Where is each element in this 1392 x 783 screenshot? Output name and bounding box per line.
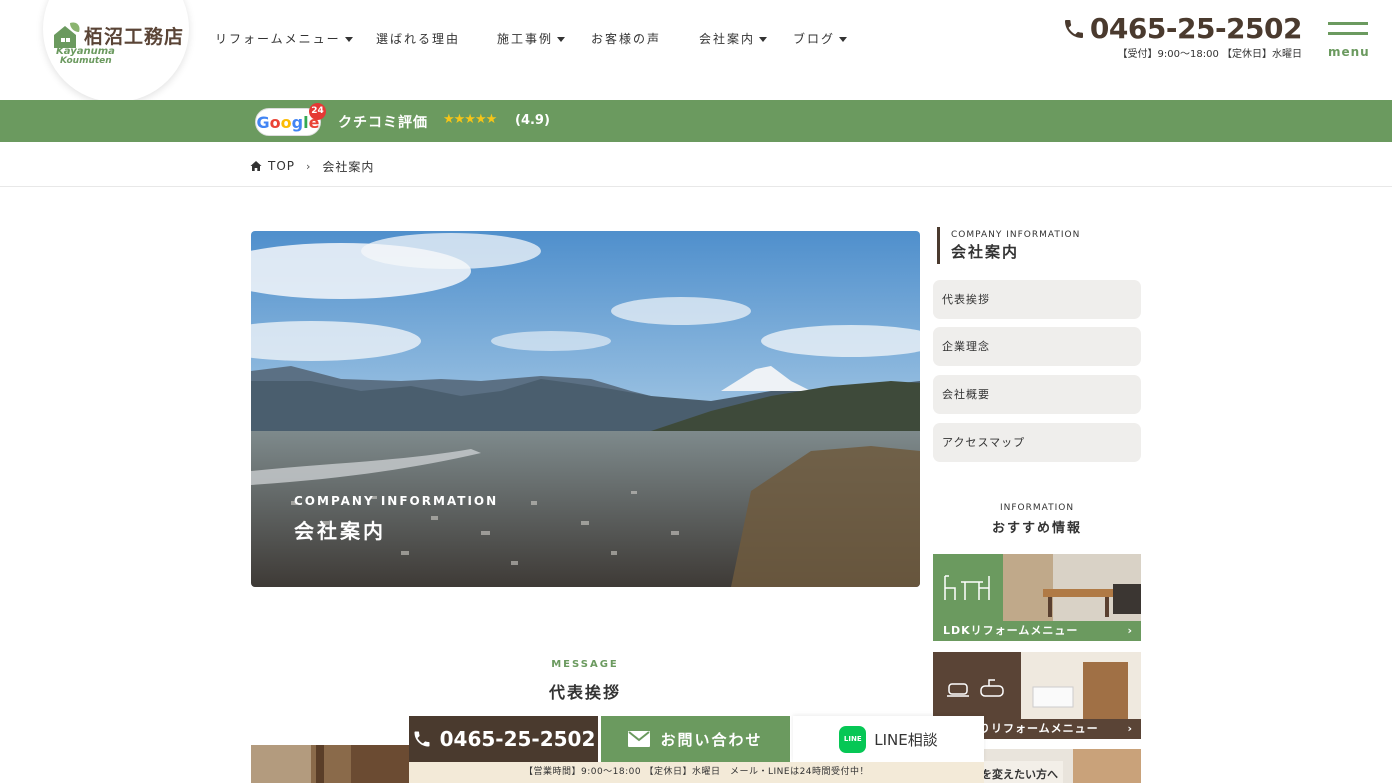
google-review-bar[interactable]: Google 24 クチコミ評価 ★★★★★ (4.9) — [0, 100, 1392, 142]
nav-item-company[interactable]: 会社案内 — [699, 30, 768, 47]
logo-en-line2: Koumuten — [60, 56, 112, 66]
house-leaf-icon — [54, 22, 80, 48]
site-header: 栢沼工務店 Kayanuma Koumuten リフォームメニュー 選ばれる理由… — [0, 0, 1392, 102]
chevron-right-icon: › — [1127, 624, 1133, 637]
header-phone-number[interactable]: 0465-25-2502 — [1062, 12, 1303, 45]
cta-line-button[interactable]: LINE LINE相談 — [793, 716, 984, 762]
sidebar-link-access[interactable]: アクセスマップ — [933, 423, 1141, 462]
cta-line-text: LINE相談 — [874, 730, 938, 749]
header-phone[interactable]: 0465-25-2502 【受付】9:00〜18:00 【定休日】水曜日 — [1062, 12, 1303, 60]
cta-contact-text: お問い合わせ — [660, 730, 763, 749]
nav-item-works[interactable]: 施工事例 — [497, 30, 566, 47]
caret-down-icon — [839, 37, 848, 42]
nav-item-reasons[interactable]: 選ばれる理由 — [376, 30, 460, 47]
menu-bar-middle — [1328, 32, 1368, 35]
nav-label: 選ばれる理由 — [376, 32, 461, 46]
sidebar-link-philosophy[interactable]: 企業理念 — [933, 327, 1141, 366]
rating-score: (4.9) — [515, 113, 550, 128]
nav-item-blog[interactable]: ブログ — [793, 30, 848, 47]
nav-label: お客様の声 — [591, 32, 662, 46]
line-app-icon: LINE — [839, 725, 867, 753]
rating-stars-icon: ★★★★★ — [443, 112, 497, 127]
message-title: 代表挨拶 — [548, 683, 621, 702]
cta-contact-button[interactable]: お問い合わせ — [601, 716, 790, 762]
info-title: おすすめ情報 — [991, 521, 1082, 536]
nav-item-reform-menu[interactable]: リフォームメニュー — [215, 30, 353, 47]
cta-hours: 【営業時間】9:00〜18:00 【定休日】水曜日 メール・LINEは24時間受… — [409, 762, 984, 783]
sidebar-heading-en: COMPANY INFORMATION — [951, 230, 1081, 240]
review-label: クチコミ評価 — [338, 115, 428, 131]
breadcrumb-home-link[interactable]: TOP — [268, 159, 295, 173]
caret-down-icon — [759, 37, 768, 42]
nav-item-voices[interactable]: お客様の声 — [591, 30, 661, 47]
menu-label: menu — [1328, 45, 1370, 59]
banner-label-text: LDKリフォームメニュー — [943, 624, 1079, 637]
hamburger-menu-button[interactable]: menu — [1328, 22, 1370, 62]
phone-text: 0465-25-2502 — [1089, 12, 1303, 45]
banner-ldk-reform[interactable]: LDKリフォームメニュー › — [933, 554, 1141, 641]
sidebar-heading: COMPANY INFORMATION 会社案内 — [937, 227, 1080, 264]
info-subtitle: INFORMATION — [999, 503, 1075, 513]
breadcrumb-divider — [0, 186, 1392, 187]
floating-cta-bar: 0465-25-2502 お問い合わせ LINE LINE相談 【営業時間】9:… — [409, 716, 984, 783]
breadcrumb: TOP › 会社案内 — [250, 157, 374, 175]
menu-bar-top — [1328, 22, 1368, 25]
review-count-badge: 24 — [309, 103, 326, 120]
nav-label: ブログ — [793, 32, 836, 46]
hero-subtitle: COMPANY INFORMATION — [294, 494, 499, 508]
hero-title: 会社案内 — [294, 519, 386, 543]
mail-icon — [628, 731, 651, 747]
banner-label-text: を変えたい方へ — [981, 768, 1058, 781]
logo-text: 栢沼工務店 — [84, 26, 185, 48]
nav-label: リフォームメニュー — [215, 32, 341, 46]
chevron-right-icon: › — [1127, 722, 1133, 735]
caret-down-icon — [557, 37, 566, 42]
phone-icon — [1064, 19, 1083, 38]
sidebar-link-greeting[interactable]: 代表挨拶 — [933, 280, 1141, 319]
site-logo[interactable]: 栢沼工務店 Kayanuma Koumuten — [52, 18, 184, 66]
message-photo — [251, 745, 411, 783]
nav-label: 会社案内 — [699, 32, 756, 46]
cta-phone-button[interactable]: 0465-25-2502 — [409, 716, 598, 762]
sidebar-link-overview[interactable]: 会社概要 — [933, 375, 1141, 414]
message-subtitle: MESSAGE — [551, 659, 619, 670]
banner-label: LDKリフォームメニュー › — [933, 621, 1141, 641]
header-hours: 【受付】9:00〜18:00 【定休日】水曜日 — [1117, 49, 1302, 60]
sidebar-heading-jp: 会社案内 — [951, 243, 1020, 261]
cta-phone-text: 0465-25-2502 — [439, 727, 596, 751]
phone-icon — [414, 731, 430, 747]
caret-down-icon — [344, 37, 353, 42]
chevron-right-icon: › — [306, 159, 312, 173]
nav-label: 施工事例 — [497, 32, 554, 46]
home-icon — [250, 161, 262, 171]
hero-image: COMPANY INFORMATION 会社案内 — [251, 231, 920, 587]
breadcrumb-current: 会社案内 — [322, 159, 375, 174]
